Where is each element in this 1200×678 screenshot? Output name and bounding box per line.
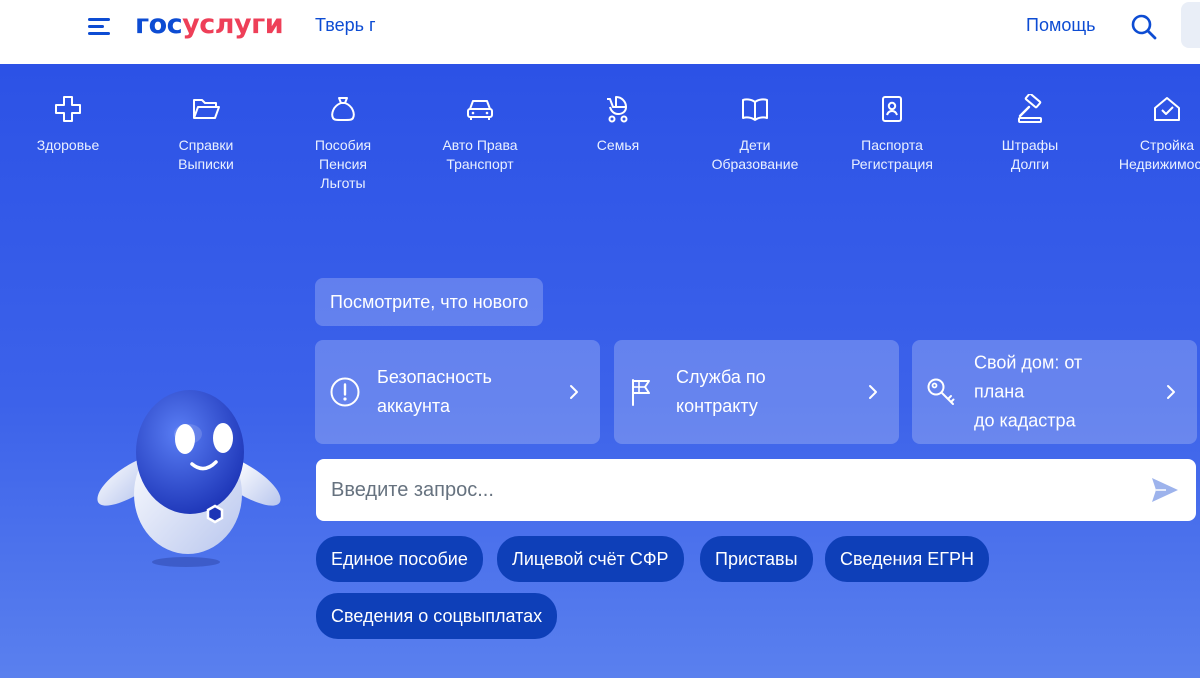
category-auto[interactable]: Авто Права Транспорт — [412, 94, 548, 174]
category-label: Дети Образование — [711, 137, 799, 172]
top-header: госуслуги Тверь г Помощь — [0, 0, 1200, 64]
chip-egrn-info[interactable]: Сведения ЕГРН — [825, 536, 989, 582]
key-icon — [927, 378, 955, 405]
category-fines[interactable]: Штрафы Долги — [962, 94, 1098, 174]
robot-mascot-image — [97, 390, 281, 567]
chip-sfr-account[interactable]: Лицевой счёт СФР — [497, 536, 684, 582]
category-health[interactable]: Здоровье — [0, 94, 136, 155]
card-text: Служба по контракту — [676, 367, 766, 416]
chip-unified-allowance[interactable]: Единое пособие — [316, 536, 483, 582]
category-label: СтройкаНедвижимость — [1118, 137, 1200, 172]
category-passports[interactable]: Паспорта Регистрация — [824, 94, 960, 174]
chevron-right-icon — [869, 385, 877, 399]
menu-icon[interactable] — [88, 16, 112, 38]
category-label: Паспорта Регистрация — [851, 137, 933, 172]
money-bag-icon — [331, 97, 355, 121]
chevron-right-icon — [570, 385, 578, 399]
search-input[interactable] — [316, 459, 1136, 521]
search-box — [316, 459, 1196, 521]
passport-icon — [882, 96, 902, 122]
card-own-house[interactable]: Свой дом: от плана до кадастра — [912, 340, 1197, 444]
category-label: Авто Права Транспорт — [442, 137, 518, 172]
house-check-icon — [1154, 97, 1180, 121]
city-selector[interactable]: Тверь г — [315, 15, 376, 36]
car-icon — [467, 100, 493, 120]
category-label: Здоровье — [36, 137, 100, 153]
gosuslugi-logo[interactable]: госуслуги — [135, 9, 284, 40]
folder-icon — [193, 99, 220, 119]
category-label: Семья — [596, 137, 640, 153]
send-icon[interactable] — [1150, 476, 1180, 504]
card-text: Свой дом: от плана до кадастра — [974, 352, 1083, 431]
health-cross-icon — [55, 96, 81, 122]
category-label: Справки Выписки — [178, 137, 234, 172]
stroller-icon — [607, 96, 628, 123]
profile-button[interactable] — [1181, 2, 1200, 48]
category-label: Пособия Пенсия Льготы — [314, 137, 372, 191]
category-kids-education[interactable]: Дети Образование — [687, 94, 823, 174]
help-link[interactable]: Помощь — [1026, 15, 1096, 36]
chip-social-payments[interactable]: Сведения о соцвыплатах — [316, 593, 558, 639]
chip-bailiffs[interactable]: Приставы — [700, 536, 813, 582]
card-account-security[interactable]: Безопасность аккаунта — [315, 340, 600, 444]
card-text: Безопасность аккаунта — [377, 367, 492, 416]
whats-new-button[interactable]: Посмотрите, что нового — [315, 278, 544, 326]
flag-icon — [632, 379, 650, 406]
search-icon[interactable] — [1130, 13, 1158, 41]
card-contract-service[interactable]: Служба по контракту — [614, 340, 899, 444]
exclamation-circle-icon — [330, 377, 360, 407]
gavel-icon — [1018, 94, 1042, 123]
hero-section: Здоровье Справки Выписки Пособия Пенсия Льг… — [0, 64, 1200, 678]
category-label: Штрафы Долги — [1001, 137, 1059, 172]
category-certificates[interactable]: Справки Выписки — [138, 94, 274, 174]
book-icon — [742, 98, 768, 121]
chevron-right-icon — [1167, 385, 1175, 399]
category-family[interactable]: Семья — [550, 94, 686, 155]
category-benefits[interactable]: Пособия Пенсия Льготы — [275, 94, 411, 193]
category-realty[interactable]: СтройкаНедвижимость — [1099, 94, 1200, 174]
